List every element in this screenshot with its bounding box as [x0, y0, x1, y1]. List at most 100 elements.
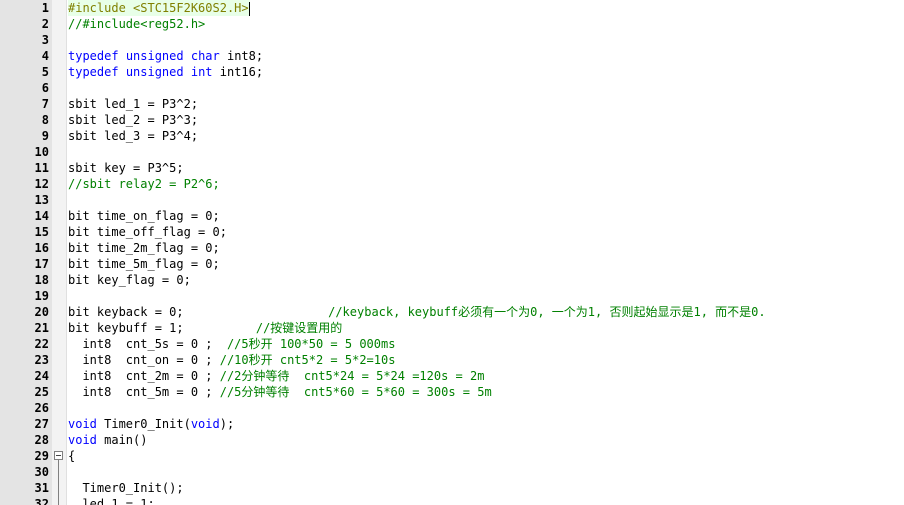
code-text: {: [68, 448, 75, 464]
code-token: bit key_flag = 0;: [68, 273, 191, 287]
code-text: //#include<reg52.h>: [68, 16, 205, 32]
code-token: main(): [96, 433, 148, 447]
code-line[interactable]: 6: [0, 80, 904, 96]
code-line[interactable]: 4 typedef unsigned char int8;: [0, 48, 904, 64]
code-token: bit keybuff = 1;: [68, 321, 256, 335]
code-line[interactable]: 28 void main(): [0, 432, 904, 448]
code-token: void: [190, 417, 220, 431]
code-line[interactable]: 32 led_1 = 1;: [0, 496, 904, 505]
code-line[interactable]: 25 int8 cnt_5m = 0 ; //5分钟等待 cnt5*60 = 5…: [0, 384, 904, 400]
code-token: #include <STC15F2K60S2.H>: [68, 1, 249, 15]
line-number: 31: [34, 481, 49, 495]
code-token: led_1 = 1;: [68, 497, 155, 505]
code-line[interactable]: 19: [0, 288, 904, 304]
code-line[interactable]: 31 Timer0_Init();: [0, 480, 904, 496]
line-number: 2: [41, 17, 49, 31]
code-line[interactable]: 14 bit time_on_flag = 0;: [0, 208, 904, 224]
line-number: 4: [41, 49, 49, 63]
code-line[interactable]: 9 sbit led_3 = P3^4;: [0, 128, 904, 144]
line-number: 9: [41, 129, 49, 143]
fold-toggle-icon[interactable]: [54, 451, 63, 460]
code-line[interactable]: 15 bit time_off_flag = 0;: [0, 224, 904, 240]
code-line[interactable]: 29 {: [0, 448, 904, 464]
code-line[interactable]: 1 #include <STC15F2K60S2.H>: [0, 0, 904, 16]
code-line[interactable]: 22 int8 cnt_5s = 0 ; //5秒开 100*50 = 5 00…: [0, 336, 904, 352]
code-token: //10秒开 cnt5*2 = 5*2=10s: [219, 353, 396, 367]
code-token: sbit led_1 = P3^2;: [68, 97, 199, 111]
line-number: 13: [34, 193, 49, 207]
code-text: Timer0_Init();: [68, 480, 184, 496]
line-number: 27: [34, 417, 49, 431]
text-caret: [248, 1, 250, 16]
line-number: 32: [34, 497, 49, 505]
line-number: 29: [34, 449, 49, 463]
code-line[interactable]: 5 typedef unsigned int int16;: [0, 64, 904, 80]
fold-guide-line: [58, 460, 59, 505]
code-token: //2分钟等待 cnt5*24 = 5*24 =120s = 2m: [219, 369, 485, 383]
line-number: 15: [34, 225, 49, 239]
code-token: typedef: [68, 65, 119, 79]
code-text: int8 cnt_5s = 0 ; //5秒开 100*50 = 5 000ms: [68, 336, 395, 352]
code-line[interactable]: 12 //sbit relay2 = P2^6;: [0, 176, 904, 192]
code-text: int8 cnt_2m = 0 ; //2分钟等待 cnt5*24 = 5*24…: [68, 368, 484, 384]
line-number: 24: [34, 369, 49, 383]
line-number: 1: [41, 1, 49, 15]
code-token: int8 cnt_5s = 0 ;: [68, 337, 227, 351]
code-token: Timer0_Init();: [68, 481, 184, 495]
code-line[interactable]: 30: [0, 464, 904, 480]
line-number: 19: [34, 289, 49, 303]
code-token: Timer0_Init(: [96, 417, 191, 431]
code-text: bit time_on_flag = 0;: [68, 208, 220, 224]
code-line[interactable]: 7 sbit led_1 = P3^2;: [0, 96, 904, 112]
code-line[interactable]: 10: [0, 144, 904, 160]
code-line[interactable]: 13: [0, 192, 904, 208]
code-line[interactable]: 23 int8 cnt_on = 0 ; //10秒开 cnt5*2 = 5*2…: [0, 352, 904, 368]
code-text: void main(): [68, 432, 147, 448]
line-number: 26: [34, 401, 49, 415]
code-line[interactable]: 3: [0, 32, 904, 48]
code-text: led_1 = 1;: [68, 496, 155, 505]
code-token: sbit led_3 = P3^4;: [68, 129, 199, 143]
code-token: unsigned: [125, 65, 184, 79]
code-line[interactable]: 17 bit time_5m_flag = 0;: [0, 256, 904, 272]
code-text: //sbit relay2 = P2^6;: [68, 176, 220, 192]
code-editor[interactable]: 1 #include <STC15F2K60S2.H> 2 //#include<re…: [0, 0, 904, 505]
line-number: 20: [34, 305, 49, 319]
code-token: {: [68, 449, 76, 463]
code-token: void: [68, 417, 97, 431]
line-number: 7: [41, 97, 49, 111]
code-text: typedef unsigned char int8;: [68, 48, 263, 64]
code-line[interactable]: 27 void Timer0_Init(void);: [0, 416, 904, 432]
line-number: 6: [41, 81, 49, 95]
code-text: bit time_2m_flag = 0;: [68, 240, 220, 256]
code-token: char: [190, 49, 220, 63]
code-text: typedef unsigned int int16;: [68, 64, 263, 80]
code-token: bit time_off_flag = 0;: [68, 225, 227, 239]
code-line[interactable]: 20 bit keyback = 0; //keyback, keybuff必须有…: [0, 304, 904, 320]
code-line[interactable]: 16 bit time_2m_flag = 0;: [0, 240, 904, 256]
code-text: int8 cnt_on = 0 ; //10秒开 cnt5*2 = 5*2=10…: [68, 352, 395, 368]
code-line[interactable]: 8 sbit led_2 = P3^3;: [0, 112, 904, 128]
code-token: int8 cnt_2m = 0 ;: [68, 369, 220, 383]
code-token: //#include<reg52.h>: [68, 17, 206, 31]
code-token: );: [219, 417, 235, 431]
code-line[interactable]: 2 //#include<reg52.h>: [0, 16, 904, 32]
line-number: 11: [34, 161, 49, 175]
code-line[interactable]: 18 bit key_flag = 0;: [0, 272, 904, 288]
code-token: //5秒开 100*50 = 5 000ms: [226, 337, 396, 351]
code-text: sbit led_3 = P3^4;: [68, 128, 198, 144]
code-token: unsigned: [125, 49, 184, 63]
line-number: 25: [34, 385, 49, 399]
code-line[interactable]: 11 sbit key = P3^5;: [0, 160, 904, 176]
line-number: 28: [34, 433, 49, 447]
code-text: void Timer0_Init(void);: [68, 416, 234, 432]
code-line[interactable]: 24 int8 cnt_2m = 0 ; //2分钟等待 cnt5*24 = 5…: [0, 368, 904, 384]
code-text: bit time_5m_flag = 0;: [68, 256, 220, 272]
code-line[interactable]: 21 bit keybuff = 1; //按键设置用的: [0, 320, 904, 336]
code-token: bit keyback = 0;: [68, 305, 329, 319]
code-line[interactable]: 26: [0, 400, 904, 416]
code-token: bit time_on_flag = 0;: [68, 209, 220, 223]
code-token: //keyback, keybuff必须有一个为0, 一个为1, 否则起始显示是…: [328, 305, 766, 319]
